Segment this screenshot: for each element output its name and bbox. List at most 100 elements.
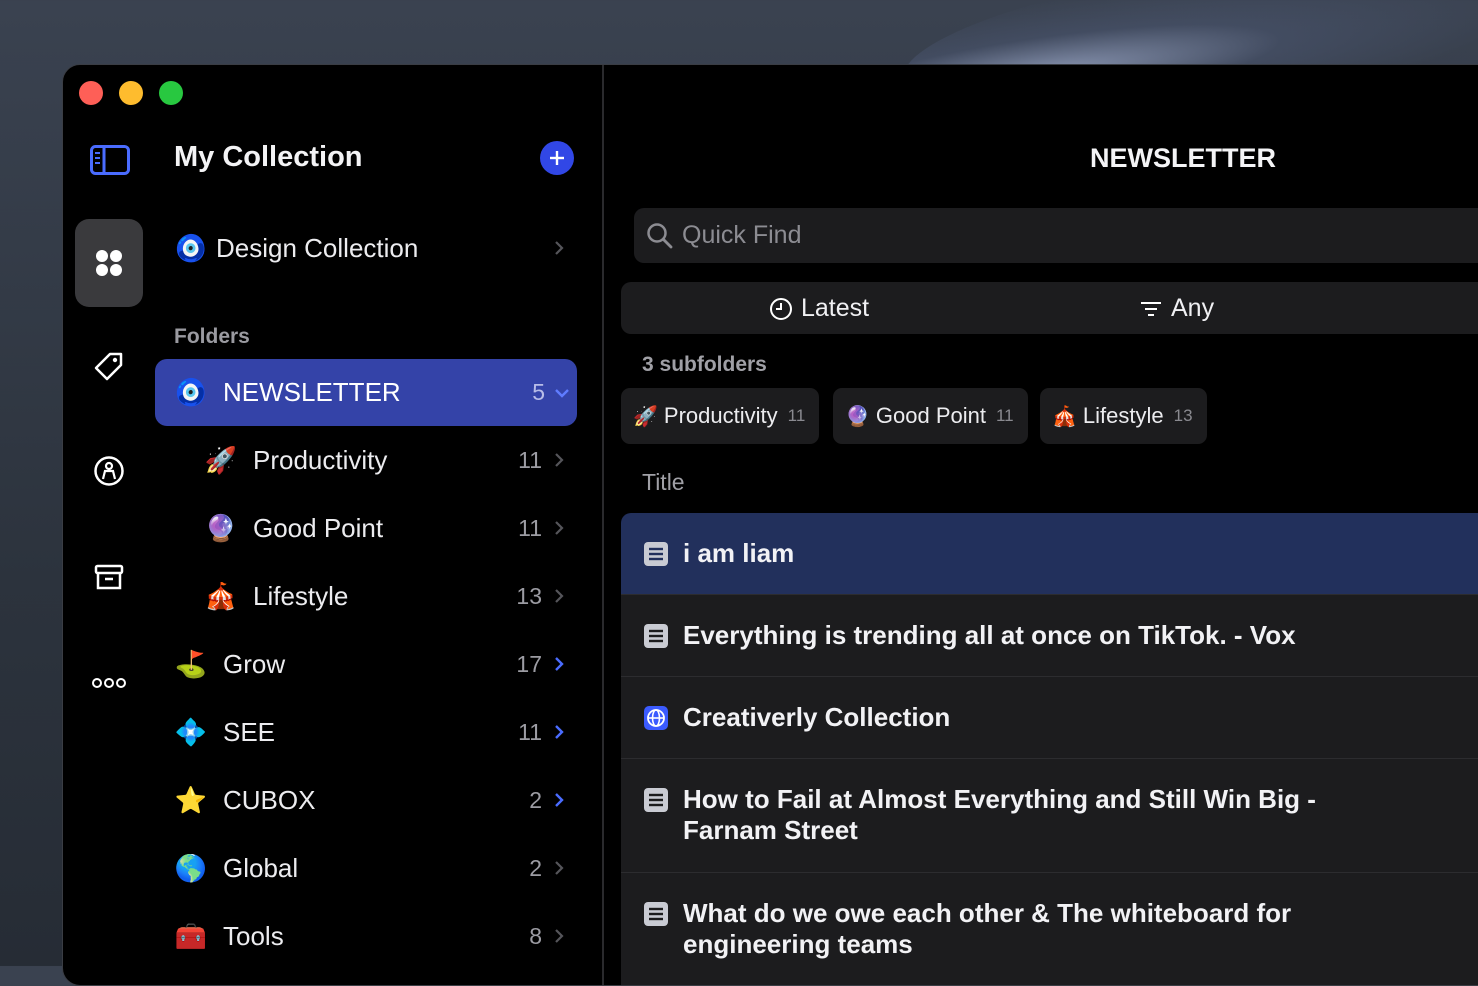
list-item[interactable]: What do we owe each other & The whiteboa… <box>621 873 1478 985</box>
clock-icon <box>770 297 792 320</box>
folder-label: CUBOX <box>223 784 316 815</box>
more-icon[interactable] <box>75 639 143 727</box>
globe-icon <box>644 706 668 730</box>
archive-icon[interactable] <box>75 533 143 621</box>
plus-icon <box>550 151 564 165</box>
filter-any-button[interactable]: Any <box>1139 294 1214 323</box>
folder-label: Tools <box>223 920 284 951</box>
chevron-down-icon[interactable] <box>553 383 571 403</box>
page-title: NEWSLETTER <box>1090 143 1276 173</box>
folder-global[interactable]: 🌎 Global 2 <box>174 835 574 901</box>
rocket-emoji-icon: 🚀 <box>204 444 238 475</box>
article-list: i am liam Everything is trending all at … <box>621 513 1478 985</box>
item-title: Everything is trending all at once on Ti… <box>683 620 1296 650</box>
golf-flag-emoji-icon: ⛳ <box>174 648 208 679</box>
subfolder-good-point[interactable]: 🔮 Good Point 11 <box>204 495 574 561</box>
folder-label: Global <box>223 852 299 883</box>
folders-header: Folders <box>174 325 250 348</box>
folder-newsletter[interactable]: 🧿 NEWSLETTER 5 <box>155 359 577 426</box>
collection-sidebar: My Collection 🧿 Design Collection Folder… <box>155 65 603 985</box>
folder-count: 2 <box>529 786 542 813</box>
rocket-emoji-icon: 🚀 <box>633 405 658 428</box>
subfolder-chip-lifestyle[interactable]: 🎪 Lifestyle 13 <box>1040 388 1207 444</box>
folder-see[interactable]: 💠 SEE 11 <box>174 699 574 765</box>
column-title-header: Title <box>642 469 685 495</box>
chevron-right-icon <box>555 929 564 943</box>
crystal-ball-emoji-icon: 🔮 <box>845 405 870 428</box>
star-emoji-icon: ⭐ <box>174 784 208 815</box>
folder-newsletter-content: 🧿 NEWSLETTER 5 <box>174 359 577 426</box>
nazar-emoji-icon: 🧿 <box>174 232 208 263</box>
chevron-right-icon[interactable] <box>552 722 566 742</box>
item-title: Creativerly Collection <box>683 702 951 732</box>
subfolder-chip-good-point[interactable]: 🔮 Good Point 11 <box>833 388 1028 444</box>
chip-label: Lifestyle <box>1082 403 1164 428</box>
subfolder-lifestyle[interactable]: 🎪 Lifestyle 13 <box>204 563 574 629</box>
sort-filter-bar: Latest Any <box>621 282 1478 334</box>
chevron-right-icon[interactable] <box>552 790 566 810</box>
sidebar-toggle-icon[interactable] <box>90 145 130 175</box>
collections-icon[interactable] <box>75 219 143 307</box>
item-title: How to Fail at Almost Everything and Sti… <box>683 784 1316 845</box>
chip-count: 11 <box>787 406 806 425</box>
sort-label: Latest <box>801 294 870 322</box>
list-item[interactable]: i am liam <box>621 513 1478 595</box>
subfolder-count: 11 <box>518 446 542 473</box>
folder-tools[interactable]: 🧰 Tools 8 <box>174 903 574 969</box>
subfolder-count: 11 <box>518 514 542 541</box>
globe-emoji-icon: 🌎 <box>174 852 208 883</box>
chip-label: Productivity <box>663 403 778 428</box>
minimize-window-button[interactable] <box>119 81 143 105</box>
search-icon <box>647 223 673 249</box>
crystal-ball-emoji-icon: 🔮 <box>204 512 238 543</box>
item-title: i am liam <box>683 538 795 568</box>
chevron-right-icon <box>555 241 564 255</box>
folder-count: 17 <box>516 650 542 677</box>
toolbox-emoji-icon: 🧰 <box>174 920 208 951</box>
chip-count: 11 <box>995 406 1014 425</box>
chevron-right-icon[interactable] <box>552 654 566 674</box>
chevron-right-icon <box>555 861 564 875</box>
list-item[interactable]: Creativerly Collection <box>621 677 1478 759</box>
folder-count: 11 <box>518 718 542 745</box>
filter-label: Any <box>1171 294 1215 322</box>
article-icon <box>644 788 668 812</box>
subfolder-chip-productivity[interactable]: 🚀 Productivity 11 <box>621 388 820 444</box>
design-collection-item[interactable]: 🧿 Design Collection <box>174 215 574 281</box>
chevron-right-icon <box>555 589 564 603</box>
subfolder-label: Lifestyle <box>253 580 349 611</box>
folder-label: NEWSLETTER <box>223 377 401 407</box>
sidebar-title: My Collection <box>174 141 363 173</box>
folder-cubox[interactable]: ⭐ CUBOX 2 <box>174 767 574 833</box>
filter-icon <box>1141 301 1161 316</box>
folder-label: SEE <box>223 716 276 747</box>
chevron-right-icon <box>555 521 564 535</box>
diamond-emoji-icon: 💠 <box>174 716 208 747</box>
subfolder-count: 13 <box>516 582 542 609</box>
person-icon[interactable] <box>75 427 143 515</box>
main-panel: NEWSLETTER Quick Find Latest Any 3 subfo… <box>604 65 1478 985</box>
list-item[interactable]: How to Fail at Almost Everything and Sti… <box>621 759 1478 873</box>
circus-tent-emoji-icon: 🎪 <box>1052 405 1077 428</box>
list-item[interactable]: Everything is trending all at once on Ti… <box>621 595 1478 677</box>
app-window: My Collection 🧿 Design Collection Folder… <box>62 64 1478 986</box>
add-button[interactable] <box>540 141 574 175</box>
search-input[interactable]: Quick Find <box>634 208 1478 263</box>
folder-count: 8 <box>529 922 542 949</box>
search-placeholder: Quick Find <box>682 221 802 249</box>
tag-icon[interactable] <box>75 323 143 411</box>
design-collection-label: Design Collection <box>216 232 419 263</box>
article-icon <box>644 542 668 566</box>
folder-count: 5 <box>532 379 545 405</box>
sort-latest-button[interactable]: Latest <box>769 294 869 323</box>
item-title: What do we owe each other & The whiteboa… <box>683 898 1292 959</box>
subfolder-productivity[interactable]: 🚀 Productivity 11 <box>204 427 574 493</box>
close-window-button[interactable] <box>79 81 103 105</box>
folder-label: Grow <box>223 648 286 679</box>
subfolder-label: Good Point <box>253 512 384 543</box>
subfolders-header: 3 subfolders <box>642 353 767 376</box>
nazar-emoji-icon: 🧿 <box>174 377 208 407</box>
chip-count: 13 <box>1173 406 1193 425</box>
folder-grow[interactable]: ⛳ Grow 17 <box>174 631 574 697</box>
article-icon <box>644 624 668 648</box>
